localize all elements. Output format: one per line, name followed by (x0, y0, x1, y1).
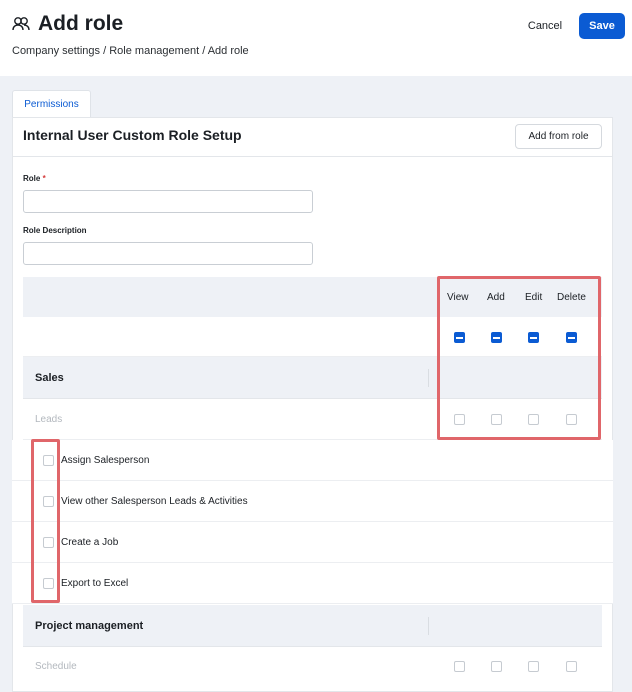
role-label-text: Role (23, 174, 41, 183)
required-marker: * (42, 174, 46, 183)
setup-title: Internal User Custom Role Setup (23, 127, 242, 143)
cancel-button[interactable]: Cancel (520, 14, 570, 38)
permission-label: Assign Salesperson (61, 455, 150, 466)
role-description-input[interactable] (23, 242, 313, 265)
column-separator (428, 617, 429, 635)
schedule-delete-checkbox[interactable] (566, 661, 577, 672)
breadcrumb-company-settings[interactable]: Company settings (12, 45, 100, 57)
add-from-role-button[interactable]: Add from role (515, 124, 602, 149)
role-label: Role * (23, 174, 46, 183)
schedule-add-checkbox[interactable] (491, 661, 502, 672)
page-header: Add role Company settings / Role managem… (0, 0, 632, 76)
role-input[interactable] (23, 190, 313, 213)
users-icon (12, 16, 30, 32)
tab-permissions[interactable]: Permissions (12, 90, 91, 118)
schedule-edit-checkbox[interactable] (528, 661, 539, 672)
section-label-project-management: Project management (35, 620, 144, 632)
schedule-view-checkbox[interactable] (454, 661, 465, 672)
permission-label: View other Salesperson Leads & Activitie… (61, 496, 248, 507)
permission-label: Create a Job (61, 537, 119, 548)
breadcrumb-role-management[interactable]: Role management (109, 45, 199, 57)
permission-rows-highlight (31, 439, 60, 603)
section-label-sales: Sales (35, 372, 64, 384)
page-title: Add role (38, 12, 124, 35)
save-button[interactable]: Save (579, 13, 625, 39)
permission-label: Export to Excel (61, 578, 129, 589)
column-separator (428, 369, 429, 387)
subsection-row-schedule (23, 647, 602, 688)
role-description-label: Role Description (23, 226, 87, 235)
add-role-page: Add role Company settings / Role managem… (0, 0, 632, 692)
divider (12, 156, 613, 157)
permission-columns-highlight (437, 276, 601, 440)
breadcrumb: Company settings / Role management / Add… (12, 45, 249, 57)
breadcrumb-add-role: Add role (207, 45, 249, 57)
subsection-label-leads: Leads (35, 414, 63, 425)
title-row: Add role (12, 12, 123, 36)
subsection-label-schedule: Schedule (35, 661, 77, 672)
